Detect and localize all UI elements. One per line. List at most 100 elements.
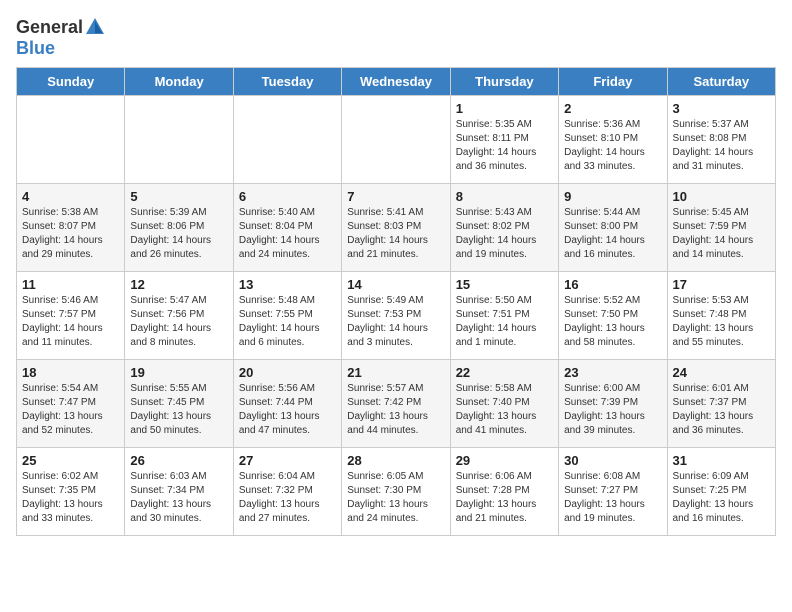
day-info: Sunrise: 5:40 AMSunset: 8:04 PMDaylight:… (239, 206, 336, 262)
day-info: Sunrise: 6:03 AMSunset: 7:34 PMDaylight:… (130, 470, 227, 526)
day-number: 1 (456, 101, 553, 116)
day-info: Sunrise: 6:02 AMSunset: 7:35 PMDaylight:… (22, 470, 119, 526)
day-number: 30 (564, 453, 661, 468)
weekday-header-row: SundayMondayTuesdayWednesdayThursdayFrid… (17, 68, 776, 96)
day-number: 3 (673, 101, 770, 116)
day-info: Sunrise: 5:46 AMSunset: 7:57 PMDaylight:… (22, 294, 119, 350)
calendar-day-31: 31 Sunrise: 6:09 AMSunset: 7:25 PMDayligh… (667, 448, 775, 536)
calendar-day-11: 11 Sunrise: 5:46 AMSunset: 7:57 PMDayligh… (17, 272, 125, 360)
calendar-day-1: 1 Sunrise: 5:35 AMSunset: 8:11 PMDaylight… (450, 96, 558, 184)
calendar-day-13: 13Sunrise: 5:48 AMSunset: 7:55 PMDayligh… (233, 272, 341, 360)
day-info: Sunrise: 5:56 AMSunset: 7:44 PMDaylight:… (239, 382, 336, 438)
day-info: Sunrise: 5:50 AMSunset: 7:51 PMDaylight:… (456, 294, 553, 350)
weekday-header-sunday: Sunday (17, 68, 125, 96)
day-number: 22 (456, 365, 553, 380)
calendar-day-26: 26 Sunrise: 6:03 AMSunset: 7:34 PMDayligh… (125, 448, 233, 536)
day-info: Sunrise: 5:43 AMSunset: 8:02 PMDaylight:… (456, 206, 553, 262)
calendar-day-5: 5Sunrise: 5:39 AMSunset: 8:06 PMDaylight… (125, 184, 233, 272)
logo-icon (84, 16, 106, 38)
day-number: 26 (130, 453, 227, 468)
day-number: 17 (673, 277, 770, 292)
day-number: 12 (130, 277, 227, 292)
calendar-day-24: 24 Sunrise: 6:01 AMSunset: 7:37 PMDayligh… (667, 360, 775, 448)
day-info: Sunrise: 5:39 AMSunset: 8:06 PMDaylight:… (130, 206, 227, 262)
day-number: 15 (456, 277, 553, 292)
day-number: 19 (130, 365, 227, 380)
day-info: Sunrise: 6:05 AMSunset: 7:30 PMDaylight:… (347, 470, 444, 526)
calendar-week-row: 11 Sunrise: 5:46 AMSunset: 7:57 PMDayligh… (17, 272, 776, 360)
day-info: Sunrise: 5:53 AMSunset: 7:48 PMDaylight:… (673, 294, 770, 350)
calendar-day-21: 21Sunrise: 5:57 AMSunset: 7:42 PMDayligh… (342, 360, 450, 448)
calendar-week-row: 18 Sunrise: 5:54 AMSunset: 7:47 PMDayligh… (17, 360, 776, 448)
day-number: 11 (22, 277, 119, 292)
calendar-table: SundayMondayTuesdayWednesdayThursdayFrid… (16, 67, 776, 536)
calendar-day-28: 28 Sunrise: 6:05 AMSunset: 7:30 PMDayligh… (342, 448, 450, 536)
day-number: 7 (347, 189, 444, 204)
calendar-day-9: 9 Sunrise: 5:44 AMSunset: 8:00 PMDaylight… (559, 184, 667, 272)
day-info: Sunrise: 5:45 AMSunset: 7:59 PMDaylight:… (673, 206, 770, 262)
empty-cell (125, 96, 233, 184)
calendar-week-row: 4Sunrise: 5:38 AMSunset: 8:07 PMDaylight… (17, 184, 776, 272)
day-info: Sunrise: 6:06 AMSunset: 7:28 PMDaylight:… (456, 470, 553, 526)
day-info: Sunrise: 6:09 AMSunset: 7:25 PMDaylight:… (673, 470, 770, 526)
day-number: 16 (564, 277, 661, 292)
weekday-header-saturday: Saturday (667, 68, 775, 96)
page-header: General Blue (16, 16, 776, 59)
calendar-day-25: 25 Sunrise: 6:02 AMSunset: 7:35 PMDayligh… (17, 448, 125, 536)
weekday-header-wednesday: Wednesday (342, 68, 450, 96)
day-number: 13 (239, 277, 336, 292)
day-number: 20 (239, 365, 336, 380)
weekday-header-thursday: Thursday (450, 68, 558, 96)
calendar-day-30: 30 Sunrise: 6:08 AMSunset: 7:27 PMDayligh… (559, 448, 667, 536)
calendar-day-4: 4Sunrise: 5:38 AMSunset: 8:07 PMDaylight… (17, 184, 125, 272)
day-number: 4 (22, 189, 119, 204)
day-info: Sunrise: 6:00 AMSunset: 7:39 PMDaylight:… (564, 382, 661, 438)
day-number: 28 (347, 453, 444, 468)
calendar-day-17: 17 Sunrise: 5:53 AMSunset: 7:48 PMDayligh… (667, 272, 775, 360)
empty-cell (17, 96, 125, 184)
calendar-day-8: 8 Sunrise: 5:43 AMSunset: 8:02 PMDaylight… (450, 184, 558, 272)
day-number: 10 (673, 189, 770, 204)
day-info: Sunrise: 5:36 AMSunset: 8:10 PMDaylight:… (564, 118, 661, 174)
calendar-day-15: 15 Sunrise: 5:50 AMSunset: 7:51 PMDayligh… (450, 272, 558, 360)
calendar-day-27: 27Sunrise: 6:04 AMSunset: 7:32 PMDayligh… (233, 448, 341, 536)
calendar-day-29: 29 Sunrise: 6:06 AMSunset: 7:28 PMDayligh… (450, 448, 558, 536)
calendar-day-23: 23 Sunrise: 6:00 AMSunset: 7:39 PMDayligh… (559, 360, 667, 448)
day-info: Sunrise: 5:54 AMSunset: 7:47 PMDaylight:… (22, 382, 119, 438)
weekday-header-tuesday: Tuesday (233, 68, 341, 96)
calendar-day-3: 3 Sunrise: 5:37 AMSunset: 8:08 PMDaylight… (667, 96, 775, 184)
logo-general: General (16, 17, 83, 38)
day-number: 9 (564, 189, 661, 204)
calendar-day-10: 10 Sunrise: 5:45 AMSunset: 7:59 PMDayligh… (667, 184, 775, 272)
logo: General Blue (16, 16, 107, 59)
day-info: Sunrise: 5:47 AMSunset: 7:56 PMDaylight:… (130, 294, 227, 350)
day-info: Sunrise: 5:44 AMSunset: 8:00 PMDaylight:… (564, 206, 661, 262)
day-info: Sunrise: 6:08 AMSunset: 7:27 PMDaylight:… (564, 470, 661, 526)
weekday-header-friday: Friday (559, 68, 667, 96)
empty-cell (233, 96, 341, 184)
day-info: Sunrise: 5:57 AMSunset: 7:42 PMDaylight:… (347, 382, 444, 438)
calendar-day-2: 2Sunrise: 5:36 AMSunset: 8:10 PMDaylight… (559, 96, 667, 184)
day-number: 18 (22, 365, 119, 380)
day-info: Sunrise: 5:58 AMSunset: 7:40 PMDaylight:… (456, 382, 553, 438)
day-number: 8 (456, 189, 553, 204)
day-info: Sunrise: 5:49 AMSunset: 7:53 PMDaylight:… (347, 294, 444, 350)
calendar-day-6: 6Sunrise: 5:40 AMSunset: 8:04 PMDaylight… (233, 184, 341, 272)
calendar-day-22: 22 Sunrise: 5:58 AMSunset: 7:40 PMDayligh… (450, 360, 558, 448)
day-info: Sunrise: 5:35 AMSunset: 8:11 PMDaylight:… (456, 118, 553, 174)
day-info: Sunrise: 5:52 AMSunset: 7:50 PMDaylight:… (564, 294, 661, 350)
calendar-week-row: 1 Sunrise: 5:35 AMSunset: 8:11 PMDaylight… (17, 96, 776, 184)
day-number: 24 (673, 365, 770, 380)
day-number: 23 (564, 365, 661, 380)
calendar-day-18: 18 Sunrise: 5:54 AMSunset: 7:47 PMDayligh… (17, 360, 125, 448)
day-number: 31 (673, 453, 770, 468)
calendar-day-12: 12 Sunrise: 5:47 AMSunset: 7:56 PMDayligh… (125, 272, 233, 360)
calendar-day-16: 16 Sunrise: 5:52 AMSunset: 7:50 PMDayligh… (559, 272, 667, 360)
day-number: 14 (347, 277, 444, 292)
calendar-week-row: 25 Sunrise: 6:02 AMSunset: 7:35 PMDayligh… (17, 448, 776, 536)
day-number: 29 (456, 453, 553, 468)
day-number: 25 (22, 453, 119, 468)
day-info: Sunrise: 5:37 AMSunset: 8:08 PMDaylight:… (673, 118, 770, 174)
day-info: Sunrise: 6:01 AMSunset: 7:37 PMDaylight:… (673, 382, 770, 438)
calendar-day-19: 19Sunrise: 5:55 AMSunset: 7:45 PMDayligh… (125, 360, 233, 448)
